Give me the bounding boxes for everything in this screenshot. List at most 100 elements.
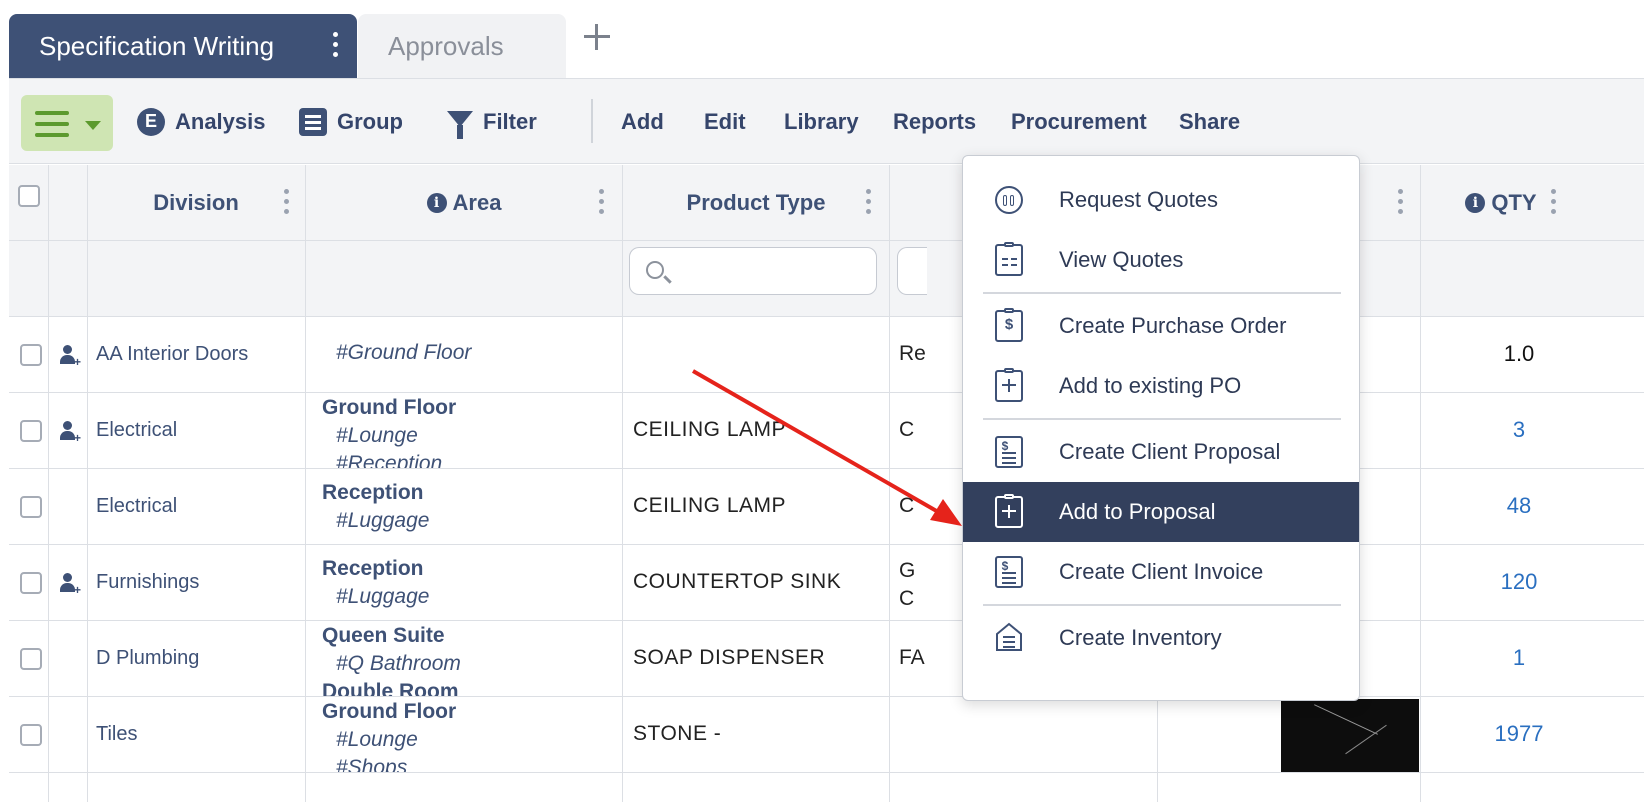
tab-bar: Specification Writing Approvals [0, 0, 1644, 78]
column-header-product-type[interactable]: Product Type [623, 165, 889, 241]
area-cell: Reception #Luggage [312, 469, 622, 544]
add-user-icon[interactable]: + [60, 421, 82, 444]
column-divider [1420, 165, 1421, 802]
menu-divider [983, 292, 1341, 294]
menu-item-request-quotes[interactable]: Request Quotes [963, 170, 1359, 230]
menu-item-create-client-proposal[interactable]: $ Create Client Proposal [963, 422, 1359, 482]
menu-item-label: Add to Proposal [1059, 499, 1216, 524]
analysis-icon [137, 108, 165, 136]
column-divider [48, 165, 49, 802]
qty-cell[interactable]: 120 [1439, 569, 1599, 595]
area-tag: #Ground Floor [336, 341, 472, 364]
spec-table: Division i Area Product Type es i QTY + … [9, 165, 1644, 802]
group-button[interactable]: Group [299, 79, 403, 165]
area-tag: #Lounge [336, 424, 418, 447]
table-row[interactable]: Tiles Ground Floor #Lounge #Shops STONE … [9, 697, 1644, 773]
column-menu-icon[interactable] [599, 189, 604, 219]
menu-item-create-inventory[interactable]: Create Inventory [963, 608, 1359, 668]
column-menu-icon[interactable] [1551, 189, 1556, 219]
tab-label: Specification Writing [39, 30, 275, 61]
request-quotes-icon [995, 186, 1023, 214]
main-menu-button[interactable] [21, 95, 113, 151]
area-tag: #Luggage [336, 509, 430, 532]
add-document-icon [995, 368, 1023, 402]
area-tag: #Reception [336, 452, 443, 469]
area-cell: Ground Floor #Lounge #Shops [312, 697, 622, 773]
menu-item-add-to-existing-po[interactable]: Add to existing PO [963, 356, 1359, 416]
row-checkbox[interactable] [20, 420, 42, 442]
menu-item-create-purchase-order[interactable]: $ Create Purchase Order [963, 296, 1359, 356]
tab-approvals[interactable]: Approvals [358, 14, 566, 78]
edit-button[interactable]: Edit [704, 79, 746, 165]
qty-cell[interactable]: 1977 [1439, 721, 1599, 747]
table-row[interactable]: D Plumbing Queen Suite #Q Bathroom Doubl… [9, 621, 1644, 697]
supplier-cell: C [899, 418, 915, 441]
area-cell: Queen Suite #Q Bathroom Double Room [312, 621, 622, 696]
column-header-division[interactable]: Division [87, 165, 305, 241]
row-checkbox[interactable] [20, 496, 42, 518]
column-menu-icon[interactable] [866, 189, 871, 219]
share-button[interactable]: Share [1179, 79, 1240, 165]
tab-label: Approvals [388, 30, 504, 61]
proposal-icon: $ [995, 436, 1023, 468]
table-row[interactable]: + AA Interior Doors #Ground Floor Re 1.0 [9, 317, 1644, 393]
qty-cell[interactable]: 48 [1439, 493, 1599, 519]
row-checkbox[interactable] [20, 724, 42, 746]
select-all-checkbox[interactable] [18, 185, 40, 207]
area-title: Ground Floor [322, 700, 457, 723]
filter-icon [447, 111, 473, 139]
column-search-input[interactable] [897, 247, 927, 295]
column-divider [87, 165, 88, 802]
area-title: Ground Floor [322, 396, 457, 419]
area-title: Queen Suite [322, 624, 445, 647]
row-checkbox[interactable] [20, 572, 42, 594]
qty-cell[interactable]: 3 [1439, 417, 1599, 443]
chevron-down-icon [85, 121, 101, 130]
menu-item-label: Create Client Proposal [1059, 439, 1281, 464]
menu-item-label: Request Quotes [1059, 187, 1218, 212]
product-thumbnail[interactable] [1281, 699, 1419, 772]
column-menu-icon[interactable] [1398, 189, 1403, 219]
menu-item-label: Create Purchase Order [1059, 313, 1287, 338]
qty-cell[interactable]: 1 [1439, 645, 1599, 671]
division-cell: D Plumbing [96, 647, 200, 669]
division-cell: Electrical [96, 495, 178, 517]
area-tag: #Q Bathroom [336, 652, 461, 675]
table-row[interactable]: + Furnishings Reception #Luggage COUNTER… [9, 545, 1644, 621]
filter-button[interactable]: Filter [447, 79, 537, 165]
menu-item-label: View Quotes [1059, 247, 1184, 272]
hamburger-icon [35, 111, 69, 144]
add-user-icon[interactable]: + [60, 573, 82, 596]
library-button[interactable]: Library [784, 79, 859, 165]
table-row[interactable]: + Electrical Ground Floor #Lounge #Recep… [9, 393, 1644, 469]
group-label: Group [337, 109, 403, 134]
row-checkbox[interactable] [20, 344, 42, 366]
add-button[interactable]: Add [621, 79, 664, 165]
area-tag: #Shops [336, 756, 408, 773]
menu-item-view-quotes[interactable]: View Quotes [963, 230, 1359, 290]
menu-item-label: Create Client Invoice [1059, 559, 1264, 584]
add-tab-icon[interactable] [582, 22, 612, 52]
toolbar-divider [591, 99, 593, 143]
menu-item-add-to-proposal[interactable]: Add to Proposal [963, 482, 1359, 542]
product-type-search-input[interactable] [629, 247, 877, 295]
reports-button[interactable]: Reports [893, 79, 976, 165]
add-user-icon[interactable]: + [60, 345, 82, 368]
tab-options-icon[interactable] [333, 32, 339, 57]
division-cell: Furnishings [96, 571, 200, 593]
info-icon: i [426, 193, 447, 213]
menu-item-create-client-invoice[interactable]: $ Create Client Invoice [963, 542, 1359, 602]
row-checkbox[interactable] [20, 648, 42, 670]
division-cell: Tiles [96, 723, 138, 745]
column-header-qty[interactable]: i QTY [1421, 165, 1581, 241]
column-title: Area [452, 190, 502, 215]
table-row[interactable]: Electrical Reception #Luggage CEILING LA… [9, 469, 1644, 545]
tab-specification-writing[interactable]: Specification Writing [9, 14, 357, 78]
column-header-area[interactable]: i Area [306, 165, 622, 241]
product-type-cell: CEILING LAMP [633, 494, 787, 517]
inventory-icon [996, 622, 1022, 651]
column-menu-icon[interactable] [284, 189, 289, 219]
menu-divider [983, 604, 1341, 606]
procurement-button[interactable]: Procurement [1011, 79, 1147, 165]
analysis-button[interactable]: Analysis [137, 79, 266, 165]
